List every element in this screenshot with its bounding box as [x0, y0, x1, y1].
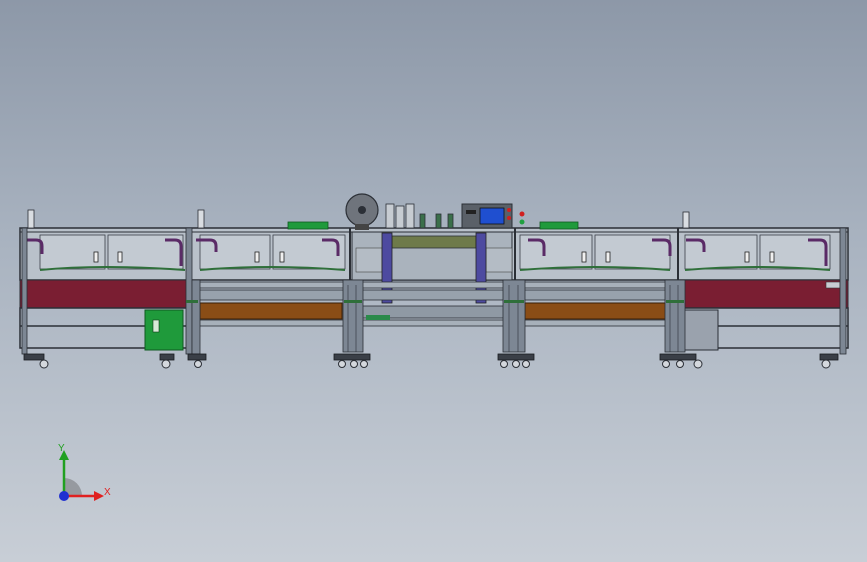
z-axis-dot — [59, 491, 69, 501]
reel-spool — [345, 193, 379, 230]
cad-viewport[interactable]: Y X — [0, 0, 867, 562]
base-label-plate — [825, 281, 841, 289]
x-axis-arrow — [94, 491, 104, 501]
feet — [23, 353, 839, 361]
right-cabinet — [681, 309, 719, 351]
y-axis-label: Y — [58, 443, 65, 454]
assembly-model-drawing[interactable] — [0, 0, 867, 562]
dispenser-tubes — [385, 203, 454, 229]
electrical-cabinet — [144, 309, 184, 351]
cabinet-handle — [152, 319, 160, 333]
top-green-box-left — [287, 221, 329, 230]
hmi-panel — [461, 203, 525, 229]
top-green-box-right — [539, 221, 579, 230]
x-axis-label: X — [104, 487, 111, 498]
coordinate-triad[interactable]: Y X — [48, 440, 118, 510]
casters — [39, 359, 831, 369]
center-green-part — [366, 315, 390, 320]
